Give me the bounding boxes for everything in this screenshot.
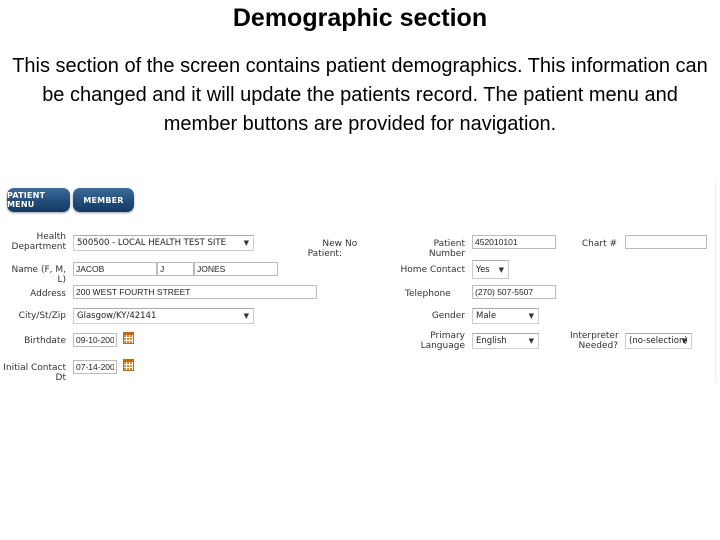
- member-button[interactable]: MEMBER: [73, 188, 134, 212]
- calendar-icon[interactable]: [123, 359, 134, 371]
- new-patient-value: No: [345, 239, 358, 249]
- telephone-label: Telephone: [405, 289, 451, 299]
- telephone-input[interactable]: [472, 285, 556, 299]
- interpreter-needed-value: (no-selection): [629, 336, 688, 346]
- slide-title: Demographic section: [232, 4, 488, 32]
- name-label: Name (F, M, L): [11, 265, 66, 285]
- birthdate-input[interactable]: [73, 333, 117, 347]
- city-st-zip-select[interactable]: Glasgow/KY/42141 ▼: [73, 308, 254, 324]
- city-st-zip-label: City/St/Zip: [18, 311, 66, 321]
- gender-select[interactable]: Male ▼: [472, 308, 539, 324]
- address-label: Address: [30, 289, 66, 299]
- home-contact-select[interactable]: Yes ▼: [472, 260, 509, 279]
- dropdown-arrow-icon: ▼: [498, 266, 504, 274]
- patient-number-label: Patient Number: [428, 239, 465, 259]
- address-input[interactable]: [73, 285, 317, 299]
- gender-label: Gender: [431, 311, 465, 321]
- middle-initial-input[interactable]: [157, 262, 194, 276]
- interpreter-needed-select[interactable]: (no-selection) ▼: [625, 333, 692, 349]
- slide-description: This section of the screen contains pati…: [12, 55, 708, 135]
- dropdown-arrow-icon: ▼: [681, 337, 687, 345]
- health-department-value: 500500 - LOCAL HEALTH TEST SITE: [77, 238, 226, 248]
- new-patient-label: New Patient:: [307, 239, 342, 259]
- calendar-icon[interactable]: [123, 332, 134, 344]
- gender-value: Male: [476, 311, 497, 321]
- city-st-zip-value: Glasgow/KY/42141: [77, 311, 157, 321]
- divider: [715, 182, 716, 382]
- patient-number-input[interactable]: [472, 235, 556, 249]
- dropdown-arrow-icon: ▼: [528, 312, 534, 320]
- primary-language-label: Primary Language: [420, 331, 465, 351]
- health-department-label: Health Department: [11, 232, 66, 252]
- primary-language-select[interactable]: English ▼: [472, 333, 539, 349]
- initial-contact-dt-label: Initial Contact Dt: [3, 363, 66, 383]
- dropdown-arrow-icon: ▼: [243, 239, 249, 247]
- primary-language-value: English: [476, 336, 507, 346]
- initial-contact-dt-input[interactable]: [73, 360, 117, 374]
- home-contact-label: Home Contact: [400, 265, 465, 275]
- first-name-input[interactable]: [73, 262, 157, 276]
- last-name-input[interactable]: [194, 262, 278, 276]
- home-contact-value: Yes: [476, 265, 490, 275]
- interpreter-needed-label: Interpreter Needed?: [570, 331, 619, 351]
- health-department-select[interactable]: 500500 - LOCAL HEALTH TEST SITE ▼: [73, 235, 254, 251]
- demographic-form-screenshot: PATIENT MENU MEMBER Health Department 50…: [0, 182, 720, 383]
- chart-number-label: Chart #: [581, 239, 617, 249]
- birthdate-label: Birthdate: [24, 336, 66, 346]
- chart-number-input[interactable]: [625, 235, 707, 249]
- dropdown-arrow-icon: ▼: [243, 312, 249, 320]
- patient-menu-button[interactable]: PATIENT MENU: [7, 188, 70, 212]
- dropdown-arrow-icon: ▼: [528, 337, 534, 345]
